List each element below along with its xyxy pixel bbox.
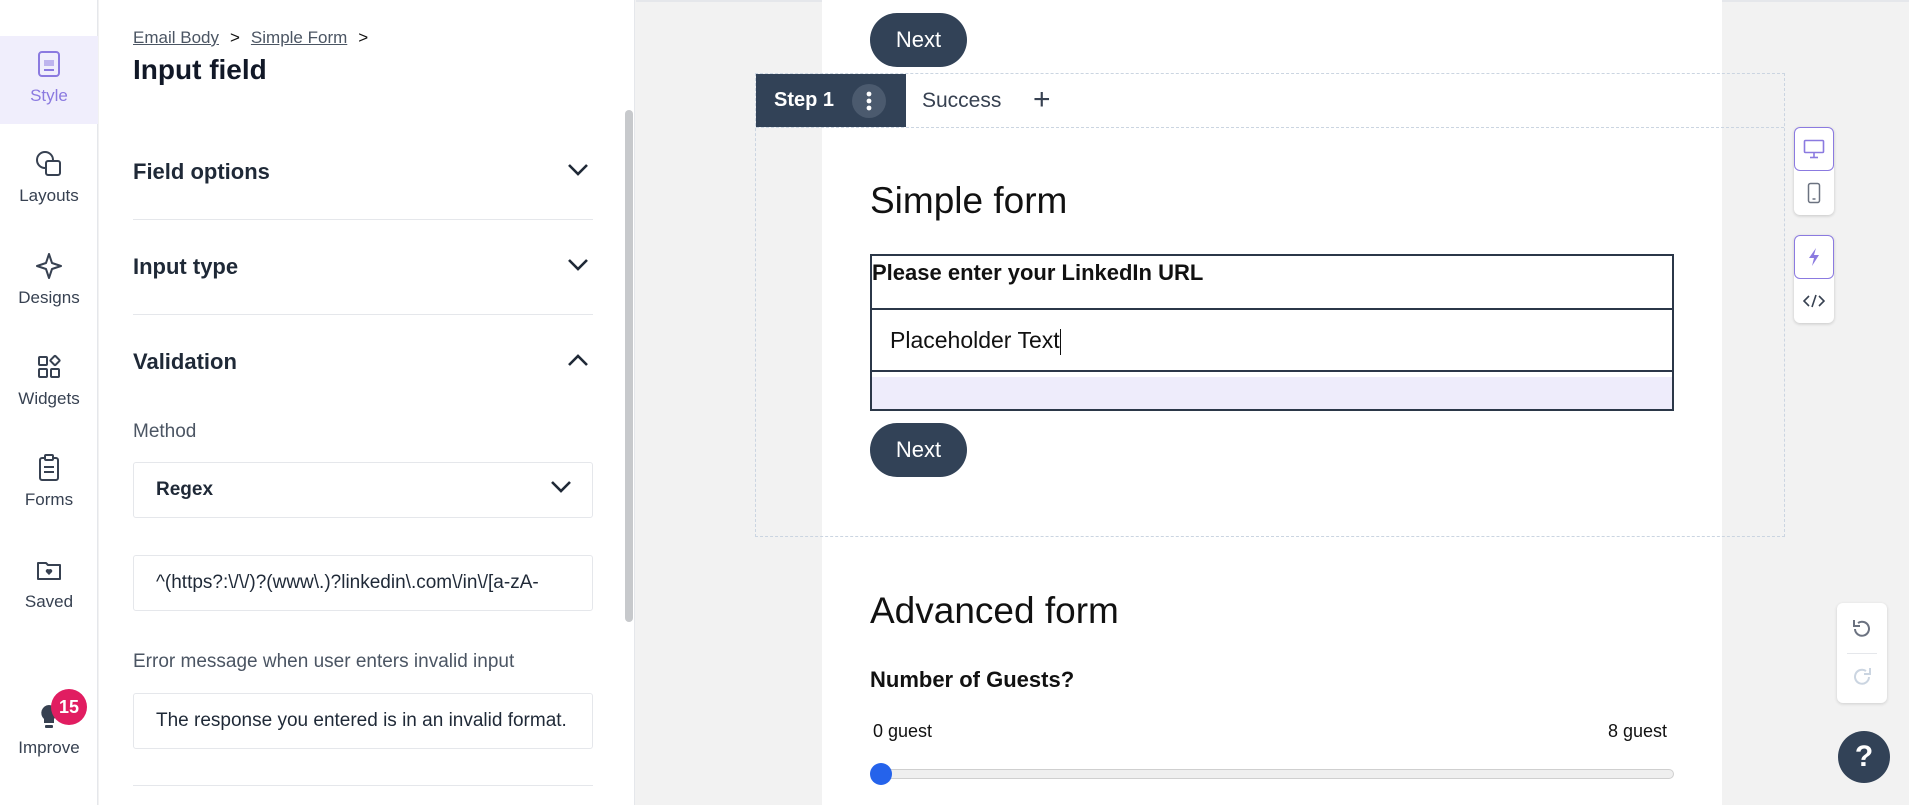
accordion-field-options[interactable]: Field options [133,125,593,220]
chevron-down-icon [568,259,588,271]
style-icon [38,51,60,77]
tab-step-1-label: Step 1 [774,89,835,111]
rail-label-forms: Forms [24,490,74,509]
code-icon [1803,294,1825,308]
breadcrumb-separator: > [229,28,240,47]
undo-button[interactable] [1850,617,1874,646]
lightning-icon [1809,248,1819,266]
panel-title: Input field [133,54,267,85]
forms-icon [39,454,59,481]
regex-input[interactable]: ^(https?:\/\/)?(www\.)?linkedin\.com\/in… [133,555,593,611]
divider [133,785,593,786]
rail-item-designs[interactable]: Designs [0,250,98,308]
mobile-view-button[interactable] [1794,171,1834,215]
simple-form-title: Simple form [870,180,1068,221]
accordion-label-validation: Validation [133,349,237,374]
more-options-icon[interactable] [852,84,886,118]
left-rail: Style Layouts Designs Widgets Forms Save… [0,0,98,805]
tools-toggle [1794,235,1834,323]
rail-item-style[interactable]: Style [0,36,98,124]
question-label: Please enter your LinkedIn URL [872,260,1204,285]
method-select-value: Regex [156,479,214,500]
redo-button[interactable] [1850,665,1874,694]
accordion-validation[interactable]: Validation [133,315,593,410]
history-controls [1837,603,1887,703]
divider [1847,653,1877,654]
mobile-icon [1807,182,1821,204]
dynamic-content-button[interactable] [1794,235,1834,279]
device-toggle [1794,127,1834,215]
guests-max-label: 8 guest [1608,721,1668,741]
rail-label-designs: Designs [18,288,80,307]
layouts-icon [36,151,61,176]
linkedin-url-input[interactable]: Placeholder Text [870,308,1674,372]
undo-icon [1853,620,1870,637]
accordion-label-field-options: Field options [133,159,270,184]
guests-label: Number of Guests? [870,667,1075,692]
next-button[interactable]: Next [870,13,967,67]
chevron-down-icon [551,481,571,493]
advanced-form-title: Advanced form [870,590,1119,631]
error-message-value: The response you entered is in an invali… [156,710,567,731]
help-button[interactable]: ? [1838,731,1890,783]
rail-item-layouts[interactable]: Layouts [0,148,98,206]
rail-item-saved[interactable]: Saved [0,554,98,612]
editor-canvas: Next Step 1 Success + Simple form Please… [636,0,1909,805]
panel-scrollbar[interactable] [625,110,633,622]
method-select[interactable]: Regex [133,462,593,518]
settings-panel: Email Body > Simple Form > Input field Fiel… [99,0,635,805]
rail-label-improve: Improve [18,738,80,757]
code-view-button[interactable] [1794,279,1834,323]
accordion-input-type[interactable]: Input type [133,220,593,315]
divider [756,127,1784,128]
redo-icon [1854,668,1871,685]
rail-item-widgets[interactable]: Widgets [0,351,98,409]
breadcrumb-separator: > [358,28,369,47]
question-footer [872,377,1672,409]
error-message-input[interactable]: The response you entered is in an invali… [133,693,593,749]
breadcrumb-simple-form[interactable]: Simple Form [251,28,347,47]
tab-success[interactable]: Success [922,74,1001,127]
breadcrumb-email-body[interactable]: Email Body [133,28,219,47]
desktop-view-button[interactable] [1794,127,1834,171]
tab-step-1[interactable]: Step 1 [756,74,906,127]
rail-item-forms[interactable]: Forms [0,452,98,510]
rail-label-widgets: Widgets [18,389,80,408]
chevron-down-icon [568,164,588,176]
widgets-icon [38,354,61,378]
breadcrumb: Email Body > Simple Form > [133,28,379,48]
desktop-icon [1803,139,1825,159]
chevron-up-icon [568,354,588,366]
regex-input-value: ^(https?:\/\/)?(www\.)?linkedin\.com\/in… [156,572,539,593]
designs-icon [36,253,62,279]
question-block[interactable]: Please enter your LinkedIn URL Placehold… [870,254,1674,411]
improve-count-badge: 15 [51,689,87,725]
accordion-label-input-type: Input type [133,254,239,279]
method-label: Method [133,421,197,442]
rail-label-style: Style [30,86,68,105]
rail-label-saved: Saved [24,592,74,611]
guests-slider[interactable] [882,769,1674,779]
error-message-label: Error message when user enters invalid i… [133,651,515,672]
linkedin-url-input-value: Placeholder Text [890,327,1060,353]
guests-slider-thumb[interactable] [870,763,892,785]
text-cursor [1059,328,1061,355]
guests-min-label: 0 guest [873,721,933,741]
next-button[interactable]: Next [870,423,967,477]
saved-icon [37,562,61,580]
rail-label-layouts: Layouts [19,186,79,205]
add-step-button[interactable]: + [1033,74,1051,127]
